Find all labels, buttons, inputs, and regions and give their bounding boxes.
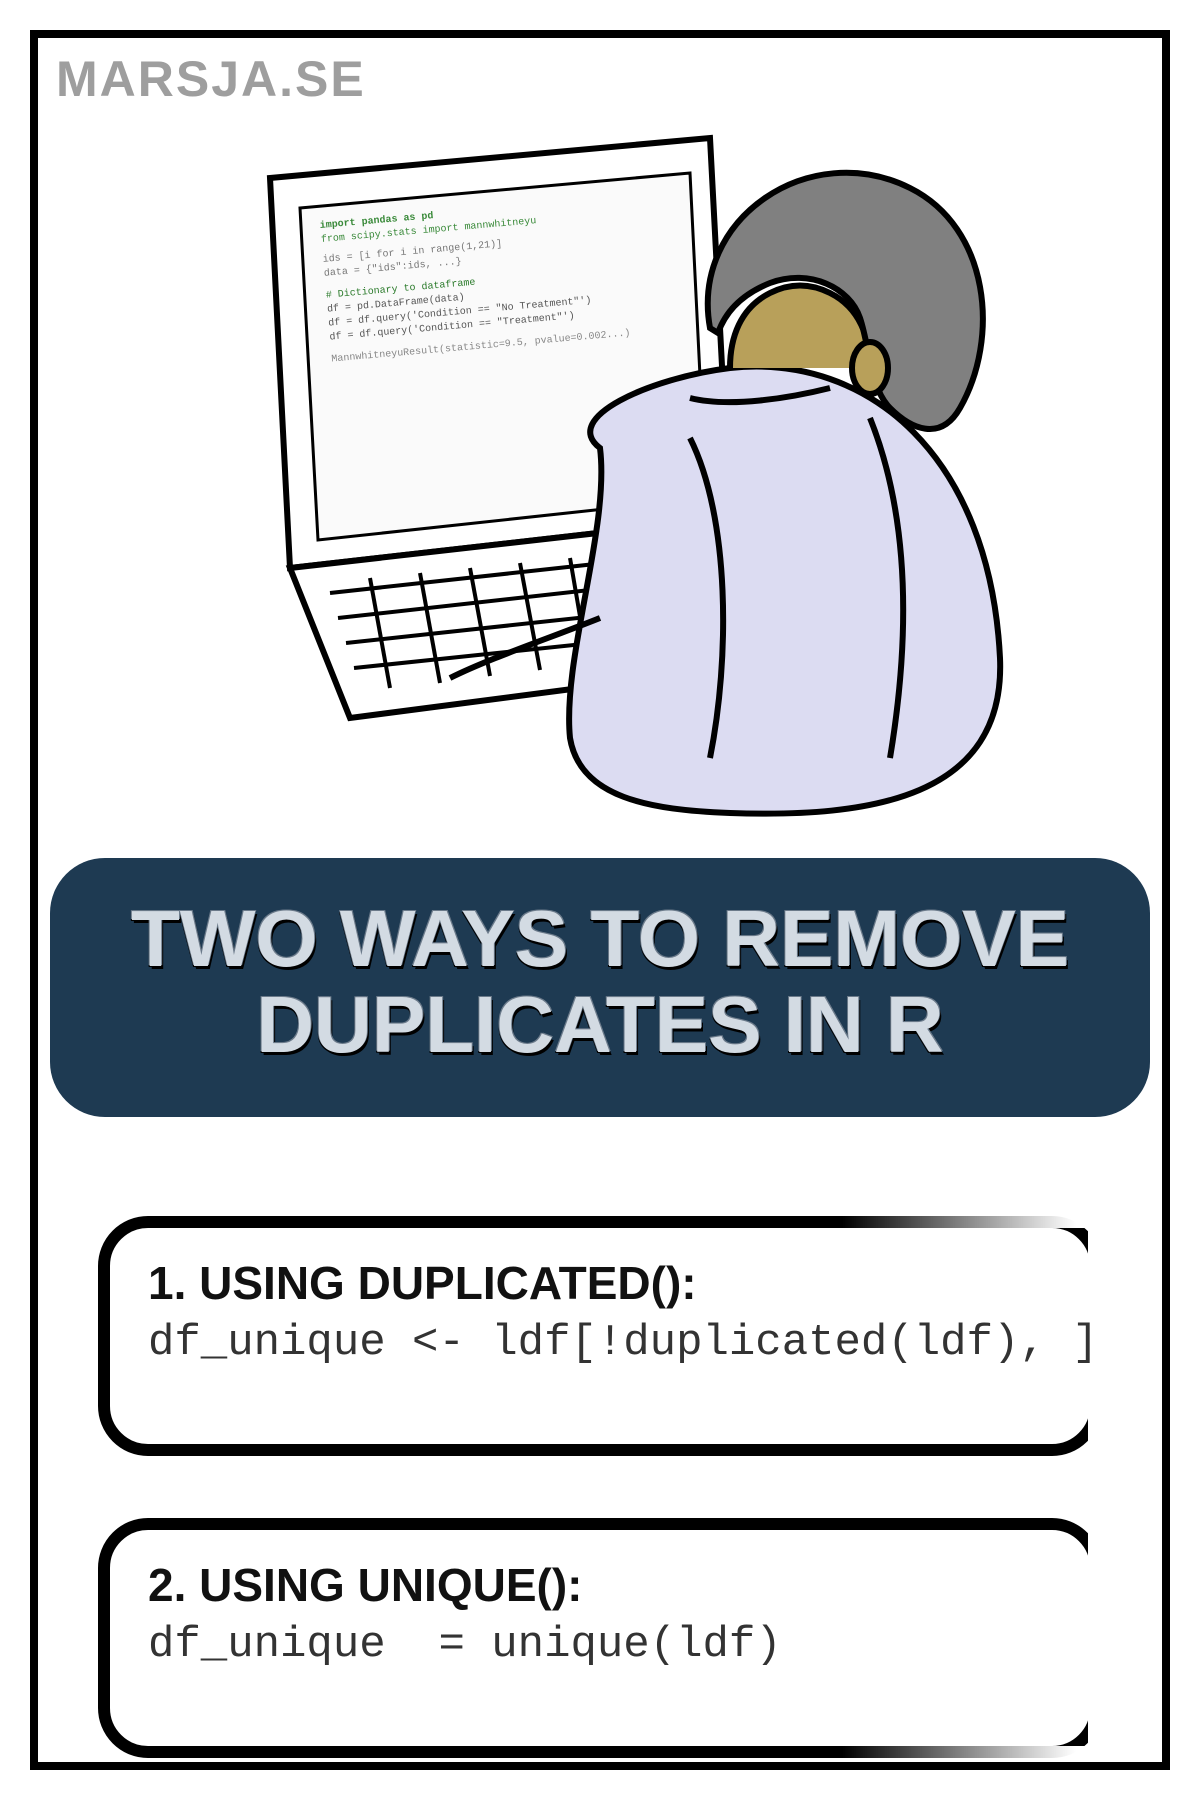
step-2-code: df_unique = unique(ldf) [148, 1620, 1052, 1670]
title-banner: TWO WAYS TO REMOVE DUPLICATES IN R [50, 858, 1150, 1117]
poster-frame: MARSJA.SE [30, 30, 1170, 1770]
person-at-laptop-illustration: import pandas as pd from scipy.stats imp… [170, 98, 1030, 818]
code-box-2: 2. USING UNIQUE(): df_unique = unique(ld… [98, 1518, 1102, 1758]
step-1-code: df_unique <- ldf[!duplicated(ldf), ] [148, 1318, 1052, 1368]
code-box-1: 1. USING DUPLICATED(): df_unique <- ldf[… [98, 1216, 1102, 1456]
step-1-heading: 1. USING DUPLICATED(): [148, 1256, 1052, 1310]
main-title: TWO WAYS TO REMOVE DUPLICATES IN R [80, 896, 1120, 1069]
step-2-heading: 2. USING UNIQUE(): [148, 1558, 1052, 1612]
